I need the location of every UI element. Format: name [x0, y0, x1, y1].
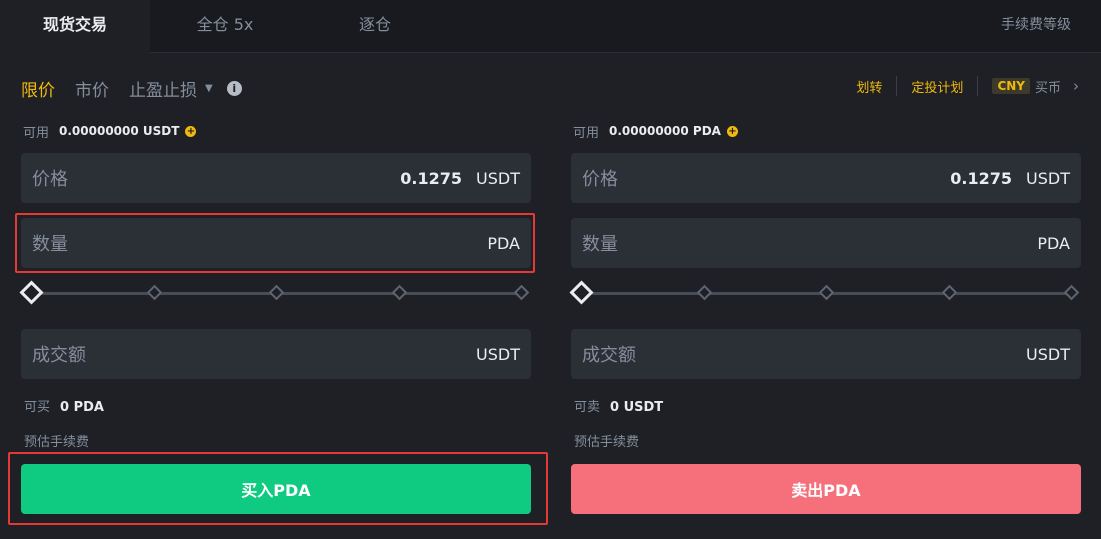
- amount-unit: PDA: [487, 233, 520, 253]
- price-label: 价格: [582, 169, 618, 190]
- estimated-fee-label: 预估手续费: [574, 435, 640, 450]
- available-label: 可用: [573, 125, 600, 141]
- buy-price-input[interactable]: 价格 0.1275 USDT: [21, 153, 531, 203]
- max-buy-value: 0 PDA: [60, 400, 104, 415]
- buy-button[interactable]: 买入PDA: [21, 464, 531, 514]
- buy-amount-input[interactable]: 数量 PDA: [21, 218, 531, 268]
- price-value[interactable]: 0.1275: [400, 169, 462, 188]
- amount-label: 数量: [32, 234, 68, 255]
- sell-panel: 可用 0.00000000 PDA + 价格 0.1275 USDT 数量 PD…: [569, 120, 1081, 514]
- buy-crypto-link[interactable]: 买币: [1035, 77, 1061, 96]
- slider-node-75[interactable]: [941, 284, 958, 301]
- tab-cross-margin[interactable]: 全仓 5x: [150, 0, 300, 53]
- sell-total-input[interactable]: 成交额 USDT: [571, 329, 1081, 379]
- caret-down-icon[interactable]: ▼: [205, 83, 213, 94]
- currency-badge[interactable]: CNY: [992, 78, 1030, 94]
- trade-mode-tabs: 现货交易 全仓 5x 逐仓 手续费等级: [0, 0, 1101, 53]
- divider: [977, 76, 979, 96]
- slider-node-100[interactable]: [513, 284, 530, 301]
- sell-amount-input[interactable]: 数量 PDA: [571, 218, 1081, 268]
- slider-node-75[interactable]: [391, 284, 408, 301]
- order-type-market[interactable]: 市价: [75, 76, 109, 101]
- slider-handle[interactable]: [569, 280, 594, 305]
- chevron-right-icon[interactable]: ›: [1073, 77, 1079, 95]
- price-unit: USDT: [1026, 168, 1070, 188]
- buy-available: 可用 0.00000000 USDT +: [23, 120, 531, 142]
- sell-button[interactable]: 卖出PDA: [571, 464, 1081, 514]
- price-label: 价格: [32, 169, 68, 190]
- order-type-limit[interactable]: 限价: [21, 76, 55, 101]
- max-buy-line: 可买 0 PDA: [24, 396, 104, 415]
- sell-available: 可用 0.00000000 PDA +: [573, 120, 1081, 142]
- amount-label: 数量: [582, 234, 618, 255]
- deposit-plus-icon[interactable]: +: [185, 125, 197, 137]
- available-balance: 0.00000000 PDA: [609, 124, 721, 138]
- buy-amount-slider[interactable]: [19, 280, 531, 305]
- estimated-fee-label: 预估手续费: [24, 435, 90, 450]
- sell-amount-slider[interactable]: [569, 280, 1081, 305]
- available-balance: 0.00000000 USDT: [59, 124, 180, 138]
- sell-price-input[interactable]: 价格 0.1275 USDT: [571, 153, 1081, 203]
- deposit-plus-icon[interactable]: +: [726, 125, 738, 137]
- buy-total-input[interactable]: 成交额 USDT: [21, 329, 531, 379]
- total-label: 成交额: [32, 345, 86, 366]
- slider-node-25[interactable]: [696, 284, 713, 301]
- slider-node-25[interactable]: [146, 284, 163, 301]
- price-unit: USDT: [476, 168, 520, 188]
- slider-node-50[interactable]: [818, 284, 835, 301]
- price-value[interactable]: 0.1275: [950, 169, 1012, 188]
- transfer-link[interactable]: 划转: [842, 77, 896, 96]
- quick-links: 划转 定投计划 CNY 买币 ›: [842, 76, 1079, 96]
- info-icon[interactable]: i: [226, 80, 242, 96]
- total-unit: USDT: [476, 344, 520, 364]
- auto-invest-link[interactable]: 定投计划: [897, 77, 977, 96]
- tab-spot[interactable]: 现货交易: [0, 0, 150, 53]
- max-sell-value: 0 USDT: [610, 400, 664, 415]
- total-unit: USDT: [1026, 344, 1070, 364]
- max-sell-label: 可卖: [574, 400, 601, 415]
- max-sell-line: 可卖 0 USDT: [574, 396, 663, 415]
- tab-isolated-margin[interactable]: 逐仓: [300, 0, 450, 53]
- max-buy-label: 可买: [24, 400, 51, 415]
- fee-level-link[interactable]: 手续费等级: [1001, 0, 1071, 50]
- slider-node-100[interactable]: [1063, 284, 1080, 301]
- available-label: 可用: [23, 125, 50, 141]
- slider-node-50[interactable]: [268, 284, 285, 301]
- amount-unit: PDA: [1037, 233, 1070, 253]
- total-label: 成交额: [582, 345, 636, 366]
- order-type-selector: 限价 市价 止盈止损 ▼ i: [21, 76, 242, 101]
- buy-panel: 可用 0.00000000 USDT + 价格 0.1275 USDT 数量 P…: [19, 120, 531, 514]
- order-type-stop-limit[interactable]: 止盈止损: [129, 76, 197, 101]
- slider-handle[interactable]: [19, 280, 44, 305]
